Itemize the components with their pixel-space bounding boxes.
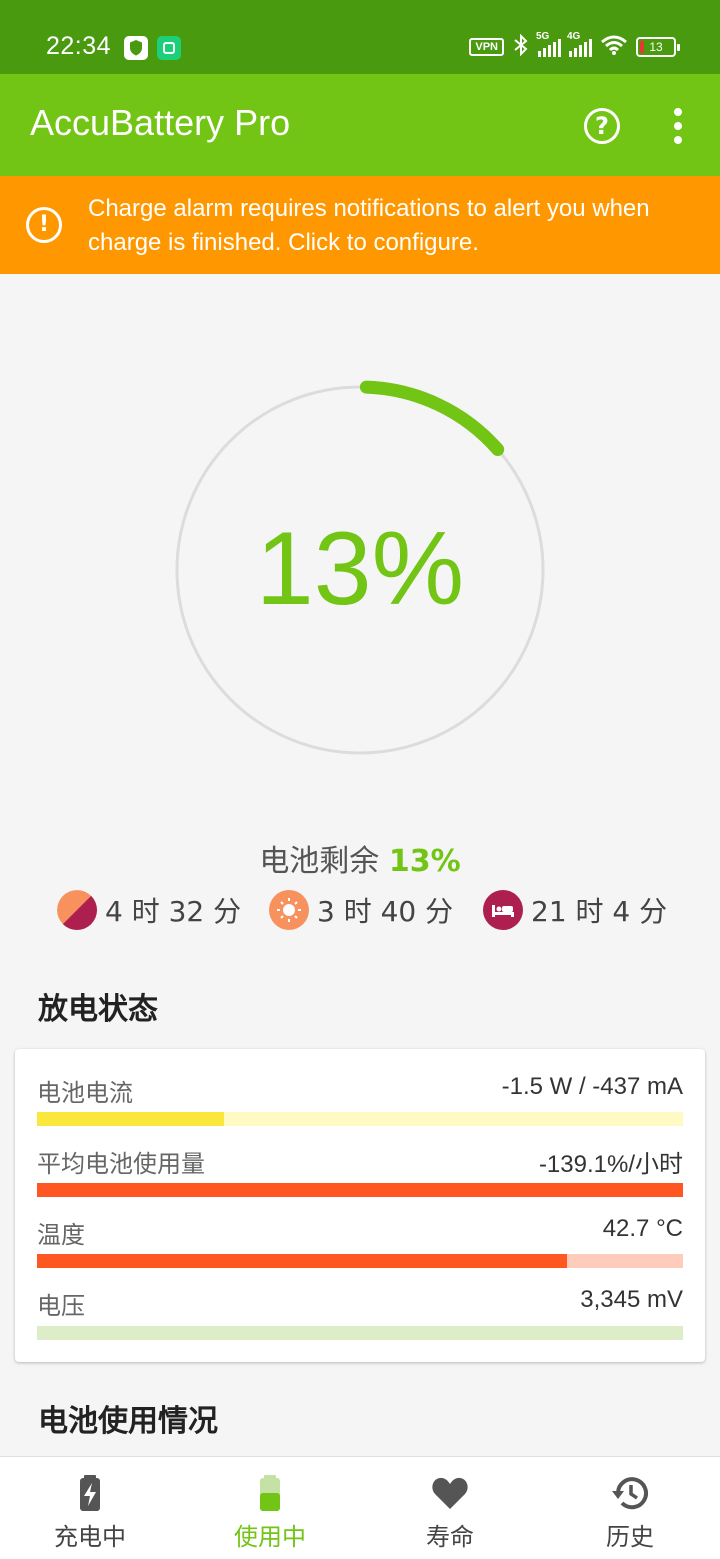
more-menu-icon[interactable]	[666, 104, 690, 148]
estimate-mixed-value: 4 时 32 分	[105, 895, 242, 928]
vpn-indicator: VPN	[469, 38, 504, 56]
average-usage-label: 平均电池使用量	[37, 1150, 205, 1178]
mi-app-icon	[157, 36, 181, 60]
average-usage-bar	[37, 1183, 683, 1197]
charge-alarm-banner[interactable]: ! Charge alarm requires notifications to…	[0, 176, 720, 274]
nav-health[interactable]: 寿命	[360, 1457, 540, 1559]
nav-discharging[interactable]: 使用中	[180, 1457, 360, 1559]
temperature-label: 温度	[37, 1221, 85, 1249]
estimate-sleep-value: 21 时 4 分	[531, 895, 668, 928]
battery-remaining: 电池剩余 13%	[0, 836, 720, 880]
app-bar: AccuBattery Pro ?	[0, 74, 720, 176]
status-time: 22:34	[46, 32, 112, 60]
voltage-label: 电压	[37, 1292, 85, 1320]
app-title: AccuBattery Pro	[30, 102, 291, 143]
heart-icon	[432, 1477, 468, 1509]
usage-heading: 电池使用情况	[38, 1404, 218, 1439]
remaining-percent: 13%	[388, 844, 461, 879]
nav-discharging-label: 使用中	[234, 1523, 306, 1551]
battery-charging-icon	[80, 1475, 100, 1511]
voltage-value: 3,345 mV	[580, 1286, 683, 1313]
battery-discharging-icon	[260, 1475, 280, 1511]
nav-history-label: 历史	[606, 1523, 654, 1551]
signal-5g-icon: 5G	[536, 31, 561, 57]
gauge-arc	[359, 380, 505, 456]
current-bar	[37, 1112, 683, 1126]
estimate-screen-on-value: 3 时 40 分	[317, 895, 454, 928]
remaining-label: 电池剩余	[259, 844, 380, 879]
estimate-screen-on: 3 时 40 分	[269, 888, 453, 932]
current-value: -1.5 W / -437 mA	[501, 1073, 683, 1100]
sleep-icon	[483, 890, 523, 930]
discharge-card: 电池电流 -1.5 W / -437 mA 平均电池使用量 -139.1%/小时…	[15, 1049, 705, 1362]
alert-message: Charge alarm requires notifications to a…	[88, 195, 650, 256]
discharge-heading: 放电状态	[38, 992, 158, 1027]
mixed-usage-icon	[57, 890, 97, 930]
screen-on-icon	[269, 890, 309, 930]
bottom-navigation: 充电中 使用中 寿命 历史	[0, 1456, 720, 1559]
status-bar: 22:34 VPN 5G 4G 13	[0, 0, 720, 74]
wifi-icon	[600, 34, 628, 60]
nav-charging-label: 充电中	[54, 1523, 126, 1551]
warning-icon: !	[26, 207, 62, 243]
gauge-percent: 13%	[255, 511, 465, 627]
nav-health-label: 寿命	[426, 1523, 474, 1551]
signal-4g-icon: 4G	[567, 31, 592, 57]
estimate-sleep: 21 时 4 分	[483, 888, 667, 932]
estimate-mixed: 4 时 32 分	[57, 888, 241, 932]
history-icon	[612, 1477, 648, 1510]
bluetooth-icon	[512, 33, 530, 60]
nav-history[interactable]: 历史	[540, 1457, 720, 1559]
average-usage-value: -139.1%/小时	[538, 1151, 683, 1178]
temperature-value: 42.7 °C	[602, 1215, 683, 1242]
nav-charging[interactable]: 充电中	[0, 1457, 180, 1559]
shield-app-icon	[124, 36, 148, 60]
voltage-bar	[37, 1326, 683, 1340]
temperature-bar	[37, 1254, 683, 1268]
battery-status-icon: 13	[636, 37, 680, 57]
current-label: 电池电流	[37, 1079, 133, 1107]
help-icon[interactable]: ?	[584, 108, 620, 144]
